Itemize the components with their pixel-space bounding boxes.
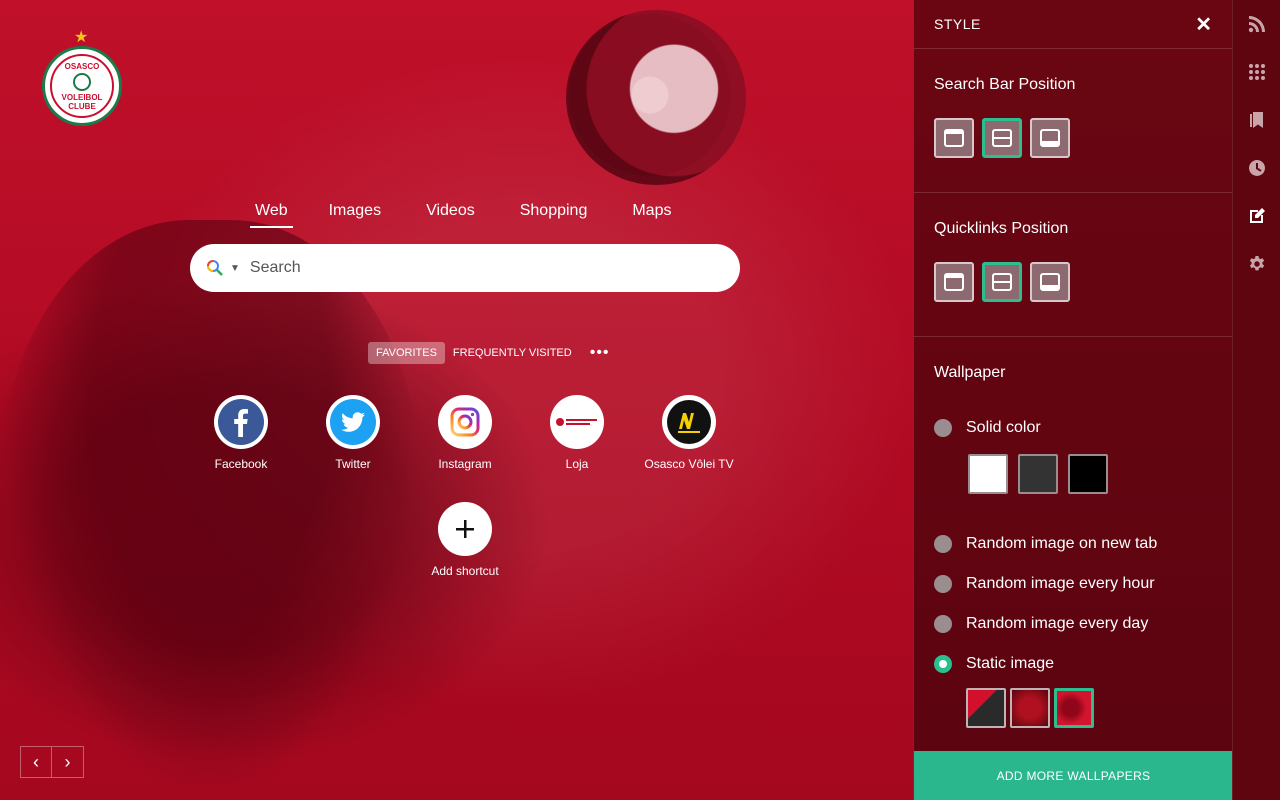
tab-frequently-visited[interactable]: FREQUENTLY VISITED: [445, 342, 580, 364]
section-title: Wallpaper: [934, 364, 1006, 381]
tab-maps[interactable]: Maps: [632, 202, 671, 228]
history-button[interactable]: [1233, 144, 1280, 192]
panel-title: STYLE: [934, 16, 981, 32]
tab-images[interactable]: Images: [329, 202, 381, 228]
quicklink-label: Loja: [565, 457, 589, 471]
quicklink-label: Facebook: [214, 457, 268, 471]
plus-icon: [456, 520, 474, 538]
search-input[interactable]: [249, 259, 710, 277]
loja-logo-icon: [556, 418, 597, 426]
static-image-thumbnails: [966, 688, 1212, 728]
logo-badge: OSASCO VOLEIBOL CLUBE: [42, 46, 122, 126]
quicklinks-position-top-button[interactable]: [934, 262, 974, 302]
section-title: Quicklinks Position: [934, 220, 1069, 237]
radio-button-checked[interactable]: [934, 655, 952, 673]
solid-color-swatches: [968, 454, 1212, 494]
logo-mid-text: VOLEIBOL: [61, 92, 103, 102]
radio-button[interactable]: [934, 575, 952, 593]
layout-top-icon: [944, 273, 964, 291]
layout-bottom-icon: [1040, 129, 1060, 147]
quicklink-loja[interactable]: Loja: [522, 395, 632, 471]
history-clock-icon: [1249, 160, 1266, 176]
search-tabs: Web Images Videos Shopping Maps: [250, 202, 716, 228]
search-position-middle-button[interactable]: [982, 118, 1022, 158]
club-logo: ★ OSASCO VOLEIBOL CLUBE: [42, 29, 122, 126]
wallpaper-option-solid-color[interactable]: Solid color: [934, 418, 1212, 438]
radio-button[interactable]: [934, 615, 952, 633]
wallpaper-nav: ‹ ›: [20, 746, 84, 778]
rss-button[interactable]: [1233, 0, 1280, 48]
settings-button[interactable]: [1233, 240, 1280, 288]
right-rail: [1232, 0, 1280, 800]
quicklink-facebook[interactable]: Facebook: [186, 395, 296, 471]
swatch-black[interactable]: [1068, 454, 1108, 494]
chevron-left-icon[interactable]: ‹: [20, 746, 52, 778]
layout-top-icon: [944, 129, 964, 147]
wallpaper-thumbnail-selected[interactable]: [1054, 688, 1094, 728]
more-horizontal-icon[interactable]: •••: [586, 345, 614, 361]
swatch-dark-gray[interactable]: [1018, 454, 1058, 494]
style-button[interactable]: [1233, 192, 1280, 240]
quicklinks-position-section: Quicklinks Position: [914, 193, 1232, 337]
add-shortcut-button[interactable]: Add shortcut: [410, 502, 520, 578]
quicklinks-position-bottom-button[interactable]: [1030, 262, 1070, 302]
quicklink-osasco-volei-tv[interactable]: Osasco Vôlei TV: [634, 395, 744, 471]
layout-bottom-icon: [1040, 273, 1060, 291]
apps-grid-icon: [1249, 64, 1265, 80]
bookmark-icon: [1250, 112, 1263, 128]
add-shortcut-label: Add shortcut: [431, 564, 499, 578]
wallpaper-thumbnail[interactable]: [966, 688, 1006, 728]
sports-tv-icon: [667, 400, 711, 444]
logo-bottom-text: CLUBE: [68, 101, 96, 111]
search-bar-position-section: Search Bar Position: [914, 49, 1232, 193]
tab-videos[interactable]: Videos: [426, 202, 475, 228]
add-more-wallpapers-button[interactable]: ADD MORE WALLPAPERS: [914, 751, 1233, 800]
quicklink-tabs: FAVORITES FREQUENTLY VISITED •••: [368, 342, 614, 364]
panel-header: STYLE ✕: [914, 0, 1232, 49]
instagram-icon: [450, 407, 480, 437]
quicklink-instagram[interactable]: Instagram: [410, 395, 520, 471]
wallpaper-option-static-image[interactable]: Static image: [934, 654, 1212, 674]
wallpaper-option-random-day[interactable]: Random image every day: [934, 614, 1212, 634]
layout-middle-icon: [992, 129, 1012, 147]
radio-button[interactable]: [934, 419, 952, 437]
wallpaper-option-random-new-tab[interactable]: Random image on new tab: [934, 534, 1212, 554]
wallpaper-option-random-hour[interactable]: Random image every hour: [934, 574, 1212, 594]
caret-down-icon[interactable]: ▼: [230, 263, 240, 274]
wallpaper-section: Wallpaper Solid color Random image on ne…: [914, 337, 1232, 728]
search-position-top-button[interactable]: [934, 118, 974, 158]
search-position-bottom-button[interactable]: [1030, 118, 1070, 158]
rss-icon: [1248, 16, 1265, 33]
quicklink-twitter[interactable]: Twitter: [298, 395, 408, 471]
swatch-white[interactable]: [968, 454, 1008, 494]
close-icon[interactable]: ✕: [1195, 12, 1212, 37]
star-icon: ★: [74, 29, 89, 46]
section-title: Search Bar Position: [934, 76, 1076, 93]
facebook-icon: [218, 399, 264, 445]
radio-button[interactable]: [934, 535, 952, 553]
quicklink-label: Twitter: [335, 457, 371, 471]
twitter-icon: [330, 399, 376, 445]
tab-favorites[interactable]: FAVORITES: [368, 342, 445, 364]
tab-web[interactable]: Web: [250, 202, 293, 228]
settings-gear-icon: [1249, 256, 1265, 271]
wallpaper-thumbnail[interactable]: [1010, 688, 1050, 728]
search-bar: ▼: [190, 244, 740, 292]
quicklink-label: Osasco Vôlei TV: [644, 457, 734, 471]
volleyball-icon: [73, 72, 91, 91]
logo-top-text: OSASCO: [64, 61, 100, 71]
quicklinks-position-middle-button[interactable]: [982, 262, 1022, 302]
style-panel: STYLE ✕ Search Bar Position Quicklinks P…: [913, 0, 1233, 800]
layout-middle-icon: [992, 273, 1012, 291]
wallpaper-ball-shape: [566, 10, 746, 185]
bookmarks-button[interactable]: [1233, 96, 1280, 144]
tab-shopping[interactable]: Shopping: [520, 202, 588, 228]
edit-style-icon: [1250, 208, 1265, 223]
quicklink-label: Instagram: [438, 457, 492, 471]
wallpaper-player-shape: [0, 220, 420, 800]
chevron-right-icon[interactable]: ›: [52, 746, 84, 778]
multicolor-search-icon[interactable]: [206, 259, 224, 277]
apps-button[interactable]: [1233, 48, 1280, 96]
